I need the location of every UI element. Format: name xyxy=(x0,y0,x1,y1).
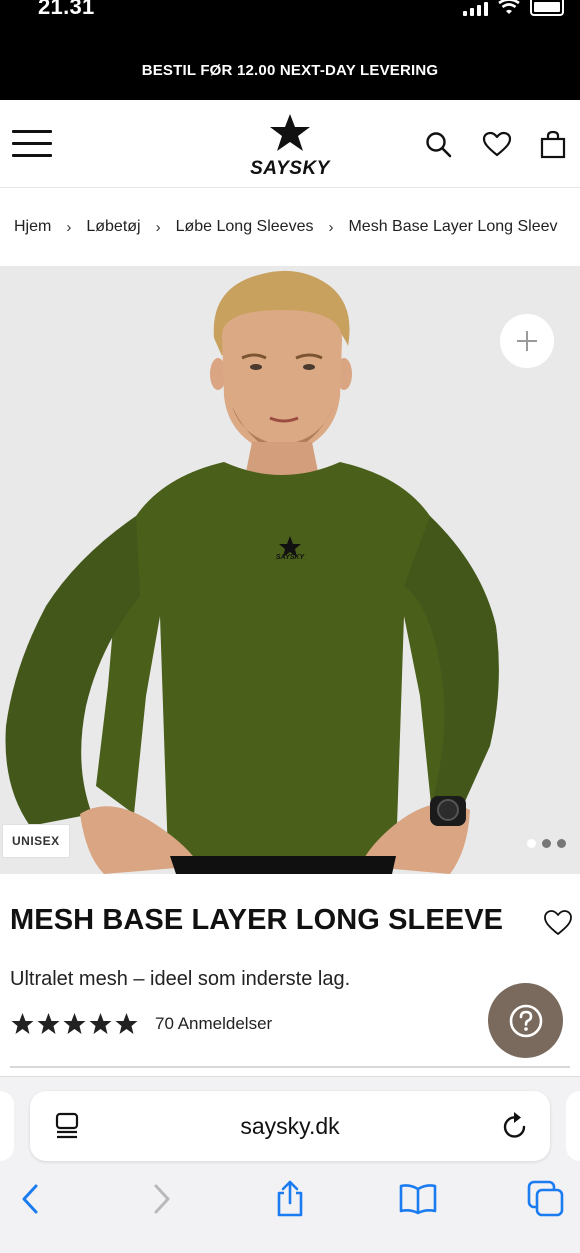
forward-button[interactable] xyxy=(142,1179,182,1219)
breadcrumb-separator: › xyxy=(66,218,72,236)
back-button[interactable] xyxy=(10,1179,50,1219)
product-rating[interactable]: 70 Anmeldelser xyxy=(10,1012,272,1036)
status-time: 21.31 xyxy=(38,0,95,19)
heart-icon[interactable] xyxy=(482,130,512,160)
pagination-dot-active[interactable] xyxy=(542,839,551,848)
safari-bottom-bar: saysky.dk xyxy=(0,1076,580,1253)
promo-banner[interactable]: BESTIL FØR 12.00 NEXT-DAY LEVERING xyxy=(0,40,580,100)
breadcrumb-separator: › xyxy=(155,218,161,236)
pagination-dot[interactable] xyxy=(527,839,536,848)
unisex-badge: UNISEX xyxy=(2,824,70,858)
zoom-button[interactable] xyxy=(500,314,554,368)
product-photo-model: SAYSKY xyxy=(5,270,499,874)
breadcrumb-home[interactable]: Hjem xyxy=(14,218,51,236)
shopping-bag-icon[interactable] xyxy=(538,130,568,160)
previous-tab-preview[interactable] xyxy=(0,1091,14,1161)
image-pagination-dots xyxy=(527,839,566,848)
menu-button[interactable] xyxy=(12,130,52,158)
status-icons xyxy=(463,0,564,18)
section-divider xyxy=(10,1066,570,1068)
next-tab-preview[interactable] xyxy=(566,1091,580,1161)
product-image-gallery[interactable]: SAYSKY UNISEX xyxy=(0,266,580,874)
tabs-button[interactable] xyxy=(526,1179,566,1219)
star-icon xyxy=(115,1013,138,1034)
breadcrumb-current-product[interactable]: Mesh Base Layer Long Sleev xyxy=(348,218,557,236)
share-icon xyxy=(277,1180,303,1217)
reviews-link[interactable]: 70 Anmeldelser xyxy=(155,1014,272,1034)
star-icon xyxy=(63,1013,86,1034)
plus-icon xyxy=(517,331,537,351)
star-icon xyxy=(37,1013,60,1034)
promo-text: BESTIL FØR 12.00 NEXT-DAY LEVERING xyxy=(141,61,439,79)
help-button[interactable] xyxy=(488,983,563,1058)
breadcrumb-long-sleeves[interactable]: Løbe Long Sleeves xyxy=(176,218,314,236)
breadcrumb: Hjem › Løbetøj › Løbe Long Sleeves › Mes… xyxy=(0,188,580,266)
breadcrumb-separator: › xyxy=(328,218,334,236)
share-button[interactable] xyxy=(270,1179,310,1219)
star-logo-icon xyxy=(270,114,310,151)
bookmarks-icon xyxy=(399,1184,437,1215)
safari-toolbar xyxy=(0,1175,580,1225)
logo-text: SAYSKY xyxy=(250,158,330,179)
bookmarks-button[interactable] xyxy=(398,1179,438,1219)
search-icon[interactable] xyxy=(424,130,454,160)
star-icon xyxy=(89,1013,112,1034)
battery-icon xyxy=(530,0,564,16)
reload-icon[interactable] xyxy=(500,1111,530,1141)
wifi-icon xyxy=(498,0,520,14)
cellular-signal-icon xyxy=(463,0,488,16)
tabs-icon xyxy=(527,1180,564,1217)
site-header: SAYSKY xyxy=(0,100,580,188)
back-icon xyxy=(22,1184,38,1214)
question-mark-icon xyxy=(509,1004,542,1037)
address-bar[interactable]: saysky.dk xyxy=(30,1091,550,1161)
favorite-heart-icon[interactable] xyxy=(543,908,573,938)
saysky-logo[interactable]: SAYSKY xyxy=(240,114,340,179)
chest-logo-text: SAYSKY xyxy=(276,554,306,561)
pagination-dot[interactable] xyxy=(557,839,566,848)
product-title: MESH BASE LAYER LONG SLEEVE xyxy=(10,904,504,936)
url-text: saysky.dk xyxy=(240,1113,340,1139)
star-icon xyxy=(11,1013,34,1034)
status-bar: 21.31 xyxy=(0,0,580,40)
rating-stars xyxy=(10,1012,139,1036)
breadcrumb-running-wear[interactable]: Løbetøj xyxy=(86,218,140,236)
product-subtitle: Ultralet mesh – ideel som inderste lag. xyxy=(10,968,351,990)
forward-icon xyxy=(154,1184,170,1214)
